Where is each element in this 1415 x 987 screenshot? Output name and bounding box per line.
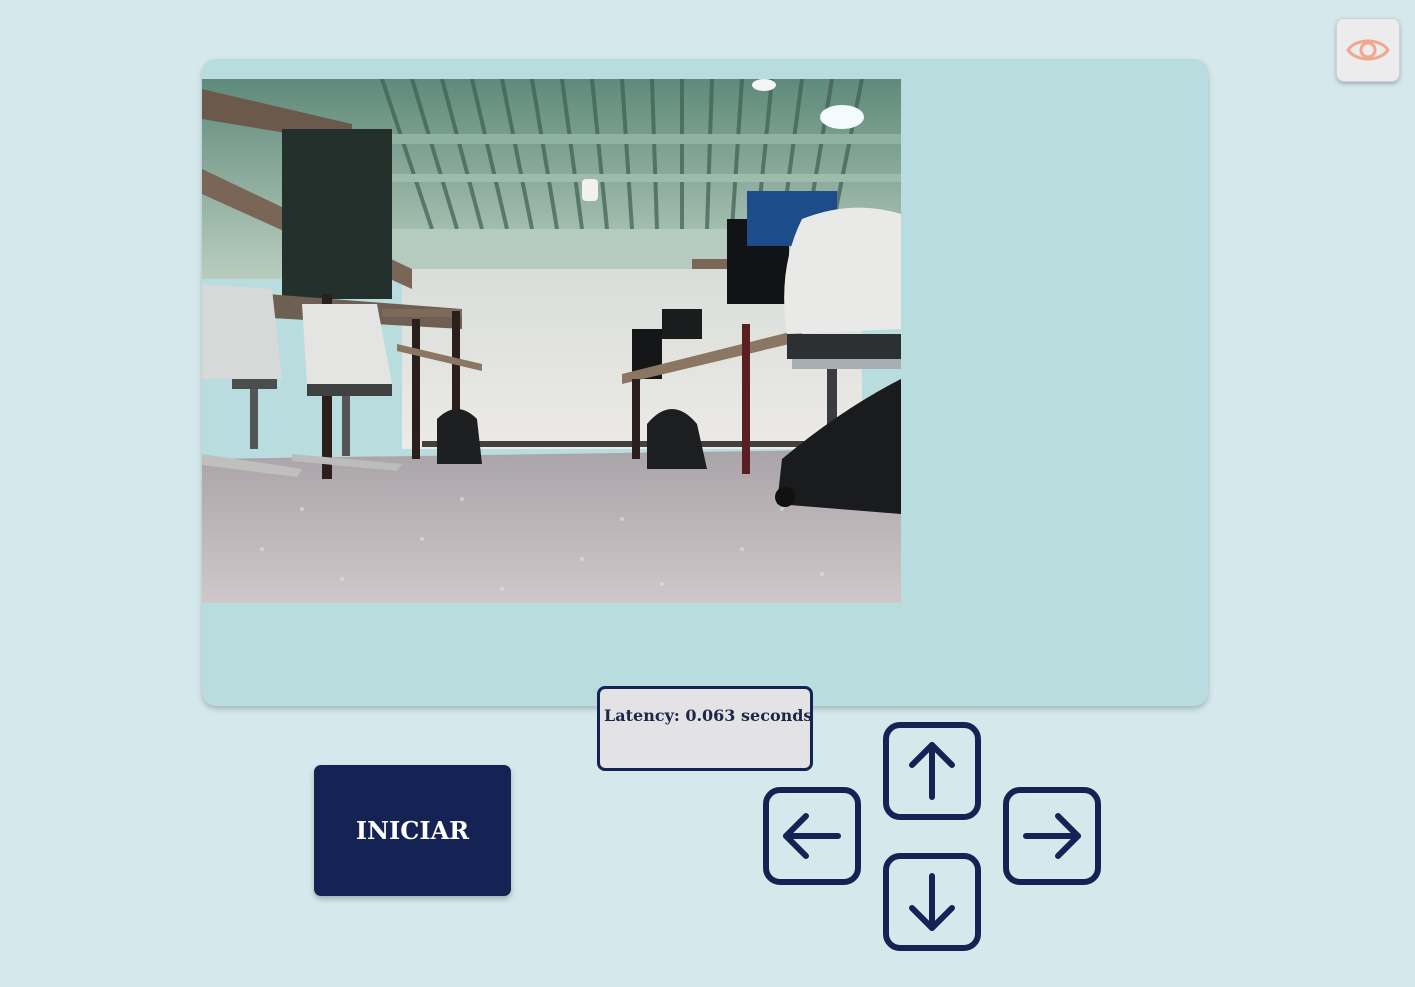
arrow-left-icon <box>763 787 861 885</box>
move-up-button[interactable] <box>882 721 982 821</box>
arrow-right-icon <box>1003 787 1101 885</box>
eye-icon <box>1346 39 1390 61</box>
robot-control-page: Latency: 0.063 seconds INICIAR <box>0 0 1415 987</box>
arrow-up-icon <box>883 722 981 820</box>
video-panel <box>202 59 1208 706</box>
arrow-down-icon <box>883 853 981 951</box>
start-button[interactable]: INICIAR <box>314 765 511 896</box>
latency-text: Latency: 0.063 seconds <box>604 706 813 725</box>
latency-display: Latency: 0.063 seconds <box>597 686 813 771</box>
camera-feed-image <box>202 79 901 603</box>
move-down-button[interactable] <box>882 852 982 952</box>
move-right-button[interactable] <box>1002 786 1102 886</box>
move-left-button[interactable] <box>762 786 862 886</box>
visibility-toggle-button[interactable] <box>1336 18 1400 82</box>
